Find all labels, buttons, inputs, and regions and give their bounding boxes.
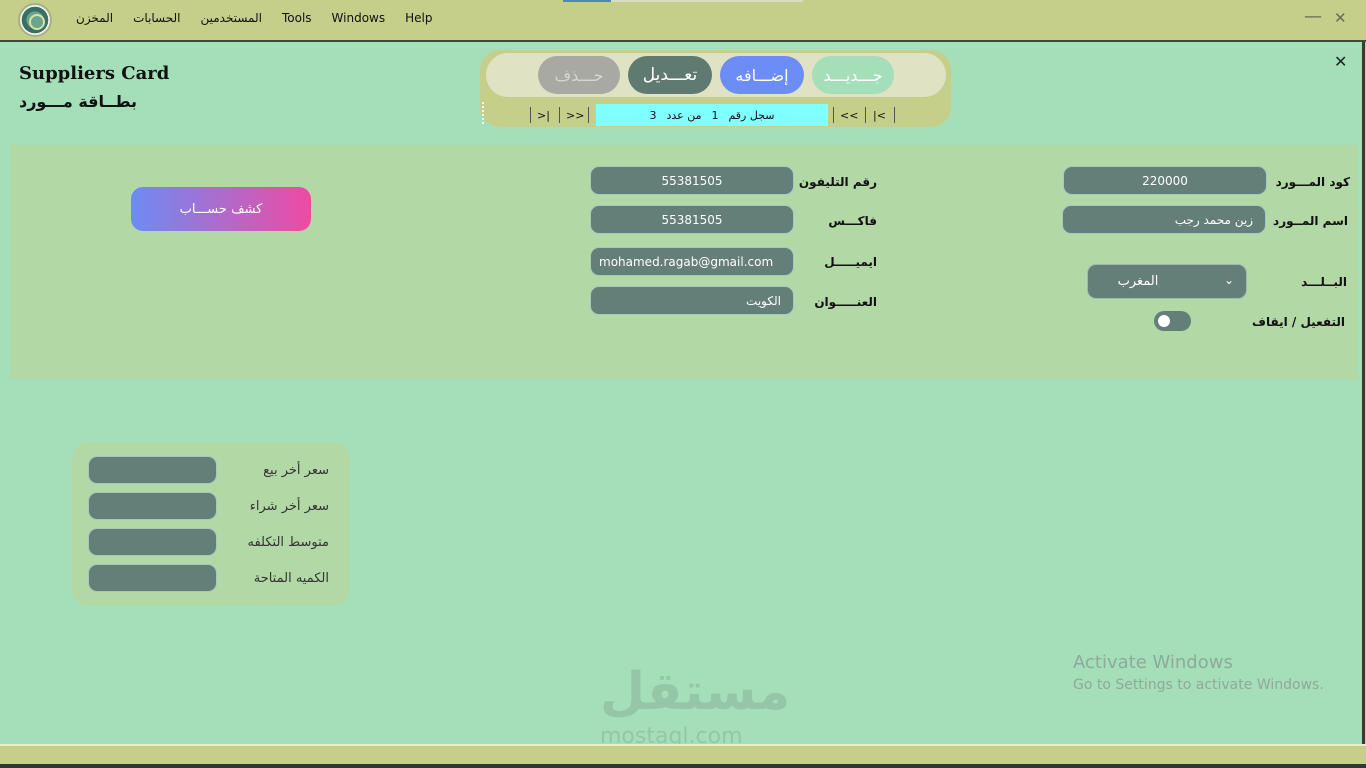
record-of-label: من عدد [666,108,702,122]
toggle-knob [1158,315,1170,327]
country-selected-value: المغرب [1117,274,1159,289]
new-button[interactable]: جـــديـــد [812,56,894,94]
edit-button[interactable]: تعـــديل [628,56,712,94]
address-label: العنـــــوان [814,295,877,309]
nav-separator [530,107,531,123]
app-seal-logo [18,3,52,37]
menu-item-accounts[interactable]: الحسابات [133,11,180,25]
menu-item-help[interactable]: Help [405,11,432,25]
supplier-code-field[interactable]: 220000 [1063,166,1267,195]
menu-item-tools[interactable]: Tools [282,11,312,25]
chevron-down-icon: ⌄ [1223,273,1234,287]
window-close-icon[interactable]: ✕ [1334,9,1347,27]
active-toggle[interactable] [1154,311,1191,331]
available-quantity-field[interactable] [88,564,217,592]
average-cost-label: متوسط التكلفه [247,535,330,550]
record-number: 1 [711,108,719,122]
last-purchase-price-field[interactable] [88,492,217,520]
supplier-name-field[interactable]: زين محمد رجب [1062,205,1266,234]
nav-separator [588,107,589,123]
activate-windows-subtitle: Go to Settings to activate Windows. [1073,677,1324,693]
nav-separator [559,107,560,123]
last-sale-price-field[interactable] [88,456,217,484]
fax-label: فاكـــس [828,214,877,228]
last-purchase-price-label: سعر أخر شراء [249,499,329,514]
menu-bar: المخزن الحسابات المستخدمين Tools Windows… [76,11,452,25]
mostaql-watermark-logo: مستقل [600,662,791,722]
phone-label: رقم التليفون [798,175,877,189]
minimize-icon[interactable]: — [1304,6,1322,27]
content-top-border [0,40,1366,42]
account-statement-button[interactable]: كشف حســـاب [131,187,311,231]
record-total: 3 [649,108,657,122]
country-label: البــلـــد [1301,275,1347,289]
menu-item-inventory[interactable]: المخزن [76,11,113,25]
nav-separator [894,107,895,123]
status-bar [0,746,1366,764]
record-label: سجل رقم [728,108,775,122]
email-field[interactable]: mohamed.ragab@gmail.com [590,247,794,276]
available-quantity-label: الكميه المتاحة [253,571,329,586]
previous-record-button[interactable]: << [840,104,858,126]
title-bar-accent-line [563,0,611,2]
next-record-button[interactable]: >> [566,104,584,126]
country-select[interactable]: المغرب ⌄ [1087,264,1247,299]
address-field[interactable]: الكويت [590,286,794,315]
nav-separator [833,107,834,123]
active-label: التفعيل / ايقاف [1252,315,1345,329]
fax-field[interactable]: 55381505 [590,205,794,234]
form-close-icon[interactable]: ✕ [1334,52,1347,71]
add-button[interactable]: إضـــافه [720,56,804,94]
form-title-english: Suppliers Card [19,63,170,84]
form-title-arabic: بطــاقة مـــورد [19,92,138,111]
email-label: ايميـــــل [824,255,877,269]
phone-field[interactable]: 55381505 [590,166,794,195]
menu-item-windows[interactable]: Windows [332,11,386,25]
menu-item-users[interactable]: المستخدمين [201,11,262,25]
record-indicator: 3 من عدد 1 سجل رقم [596,104,828,126]
first-record-button[interactable]: |< [873,104,886,126]
nav-separator [865,107,866,123]
navigator-grip [482,102,485,124]
average-cost-field[interactable] [88,528,217,556]
supplier-code-label: كود المـــورد [1275,175,1350,189]
last-record-button[interactable]: >| [537,104,550,126]
activate-windows-title: Activate Windows [1073,652,1233,673]
last-sale-price-label: سعر أخر بيع [263,463,329,478]
scrollbar-track[interactable] [1362,42,1365,747]
supplier-name-label: اسم المــورد [1273,214,1348,228]
delete-button[interactable]: حـــذف [538,56,620,94]
taskbar-edge [0,764,1366,768]
